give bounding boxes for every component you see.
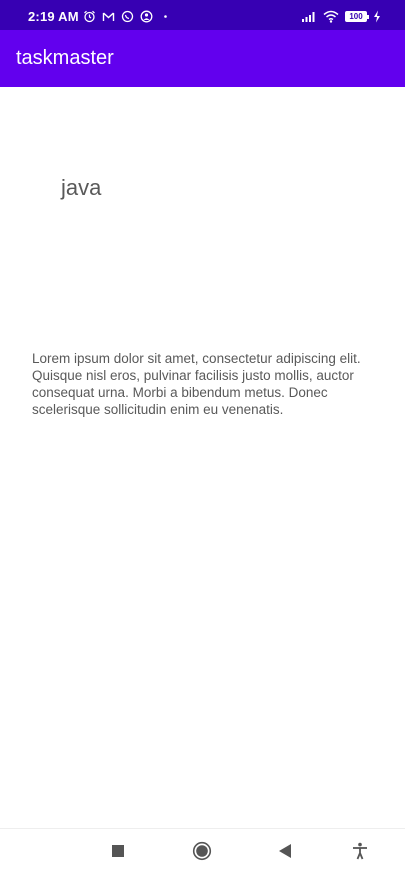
- navigation-bar: [0, 828, 405, 878]
- app-bar: taskmaster: [0, 30, 405, 87]
- screen: 2:19 AM 100 taskmaster java Lorem ipsum …: [0, 0, 405, 878]
- accessibility-icon: [351, 842, 369, 865]
- wifi-icon: [323, 10, 339, 23]
- alarm-icon: [83, 10, 96, 23]
- back-icon: [278, 843, 292, 864]
- home-button[interactable]: [192, 841, 212, 866]
- status-time: 2:19 AM: [28, 9, 79, 24]
- whatsapp-icon: [121, 10, 134, 23]
- status-system-icons: 100: [301, 9, 381, 23]
- recents-button[interactable]: [108, 843, 128, 863]
- charging-icon: [373, 10, 381, 23]
- gmail-icon: [102, 10, 115, 23]
- accessibility-button[interactable]: [350, 842, 370, 865]
- battery-icon: 100: [345, 10, 369, 22]
- dot-icon: [159, 10, 172, 23]
- recents-icon: [111, 844, 125, 863]
- task-body: Lorem ipsum dolor sit amet, consectetur …: [32, 351, 361, 417]
- app-title: taskmaster: [16, 47, 114, 69]
- notification-icon: [140, 10, 153, 23]
- task-title: java: [61, 175, 102, 200]
- signal-icon: [301, 10, 317, 23]
- status-bar: 2:19 AM 100: [0, 0, 405, 30]
- back-button[interactable]: [275, 843, 295, 863]
- status-notification-icons: [83, 9, 172, 23]
- home-icon: [192, 841, 212, 866]
